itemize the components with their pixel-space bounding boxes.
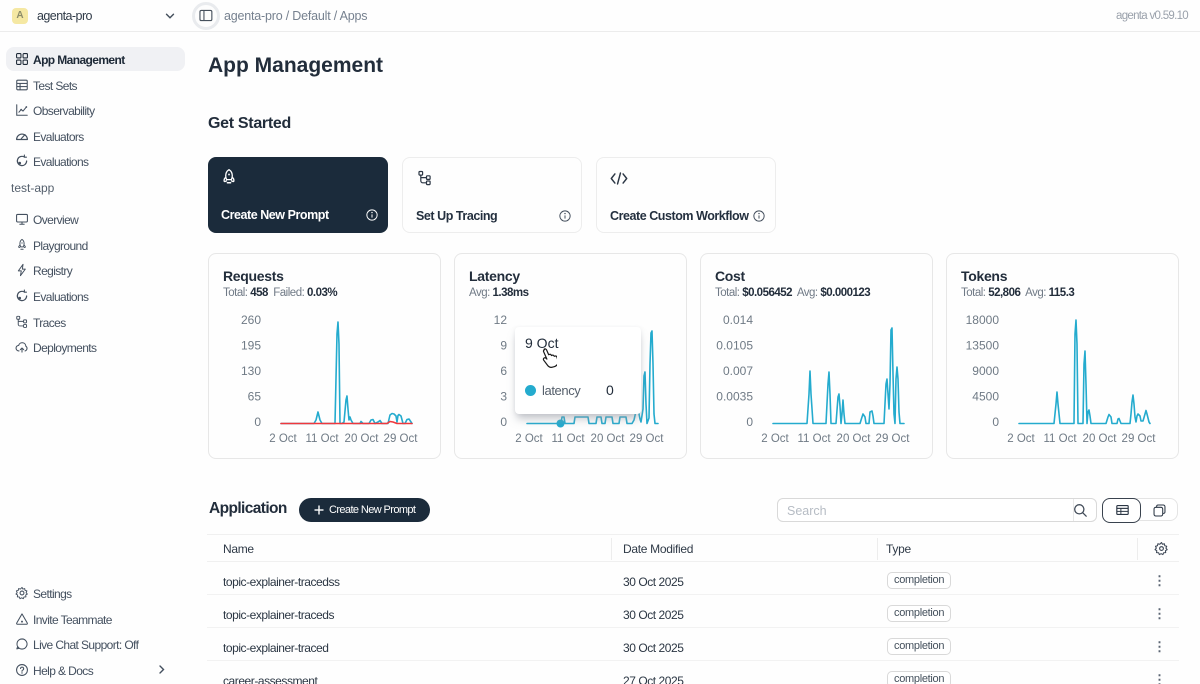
svg-text:0.007: 0.007 [723, 364, 753, 378]
svg-text:11 Oct: 11 Oct [551, 433, 585, 445]
svg-text:130: 130 [241, 364, 261, 378]
svg-text:0.0105: 0.0105 [716, 339, 753, 353]
svg-text:29 Oct: 29 Oct [876, 433, 911, 445]
svg-text:29 Oct: 29 Oct [1122, 433, 1157, 445]
svg-text:29 Oct: 29 Oct [630, 433, 665, 445]
svg-text:2 Oct: 2 Oct [269, 433, 297, 445]
svg-text:11 Oct: 11 Oct [797, 433, 831, 445]
svg-text:2 Oct: 2 Oct [761, 433, 789, 445]
svg-text:260: 260 [241, 313, 261, 327]
svg-text:9000: 9000 [972, 364, 999, 378]
svg-text:65: 65 [248, 390, 262, 404]
svg-text:20 Oct: 20 Oct [591, 433, 626, 445]
svg-text:3: 3 [500, 390, 507, 404]
svg-text:9: 9 [500, 339, 507, 353]
svg-text:11 Oct: 11 Oct [305, 433, 339, 445]
svg-text:13500: 13500 [966, 339, 1000, 353]
svg-text:0: 0 [746, 415, 753, 429]
svg-text:20 Oct: 20 Oct [837, 433, 872, 445]
svg-text:20 Oct: 20 Oct [1083, 433, 1118, 445]
svg-text:20 Oct: 20 Oct [345, 433, 380, 445]
svg-text:6: 6 [500, 364, 507, 378]
svg-text:0.0035: 0.0035 [716, 390, 753, 404]
svg-text:195: 195 [241, 339, 261, 353]
svg-text:4500: 4500 [972, 390, 999, 404]
svg-text:11 Oct: 11 Oct [1043, 433, 1077, 445]
svg-text:2 Oct: 2 Oct [1007, 433, 1035, 445]
svg-text:0: 0 [254, 415, 261, 429]
svg-text:12: 12 [494, 313, 508, 327]
svg-text:0: 0 [500, 415, 507, 429]
svg-text:29 Oct: 29 Oct [384, 433, 419, 445]
svg-text:18000: 18000 [966, 313, 1000, 327]
svg-text:0.014: 0.014 [723, 313, 753, 327]
svg-text:2 Oct: 2 Oct [515, 433, 543, 445]
svg-text:0: 0 [992, 415, 999, 429]
